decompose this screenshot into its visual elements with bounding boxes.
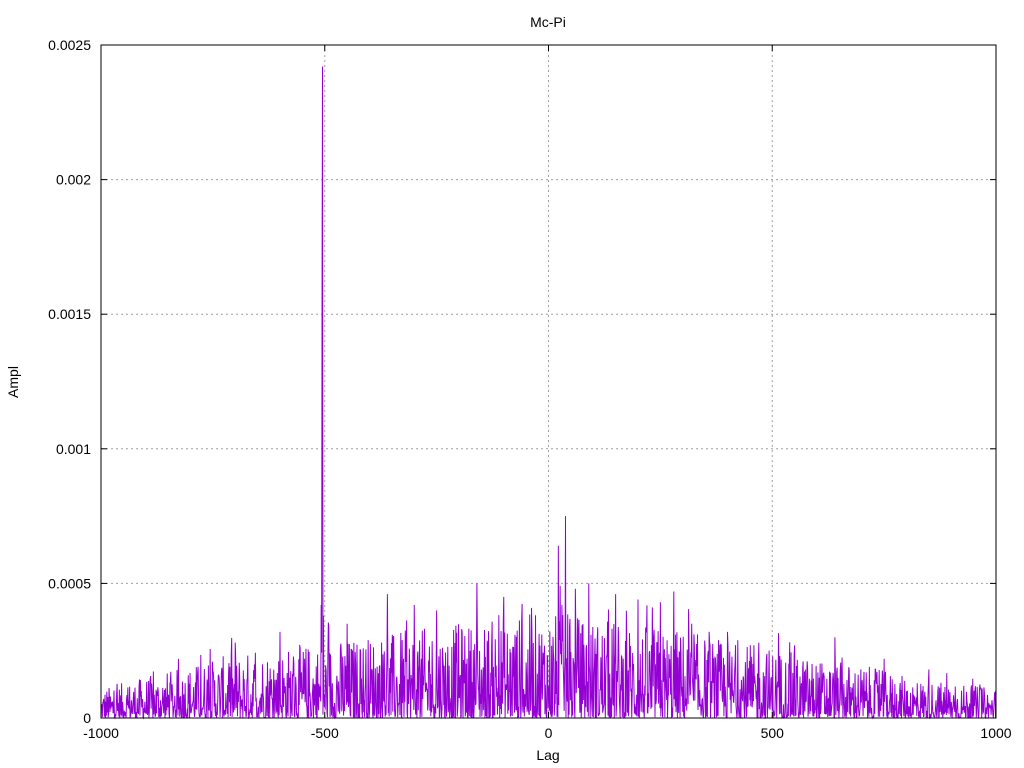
y-axis-label: Ampl (5, 366, 21, 398)
y-tick-label: 0 (83, 710, 91, 726)
y-tick-label: 0.0025 (48, 37, 91, 53)
x-tick-label: 1000 (980, 725, 1011, 741)
x-tick-label: -1000 (83, 725, 119, 741)
chart-title: Mc-Pi (530, 14, 566, 30)
x-tick-label: -500 (311, 725, 339, 741)
x-tick-label: 0 (545, 725, 553, 741)
chart-canvas: -1000 -500 0 500 1000 0 0.0005 0.001 0.0015 0.00… (5, 14, 1012, 763)
grid (101, 45, 996, 718)
y-tick-labels: 0 0.0005 0.001 0.0015 0.002 0.0025 (48, 37, 91, 726)
x-tick-label: 500 (761, 725, 785, 741)
y-tick-label: 0.0005 (48, 575, 91, 591)
y-tick-label: 0.002 (56, 172, 91, 188)
x-axis-label: Lag (536, 747, 559, 763)
y-tick-label: 0.001 (56, 441, 91, 457)
y-tick-label: 0.0015 (48, 306, 91, 322)
x-tick-labels: -1000 -500 0 500 1000 (83, 725, 1012, 741)
